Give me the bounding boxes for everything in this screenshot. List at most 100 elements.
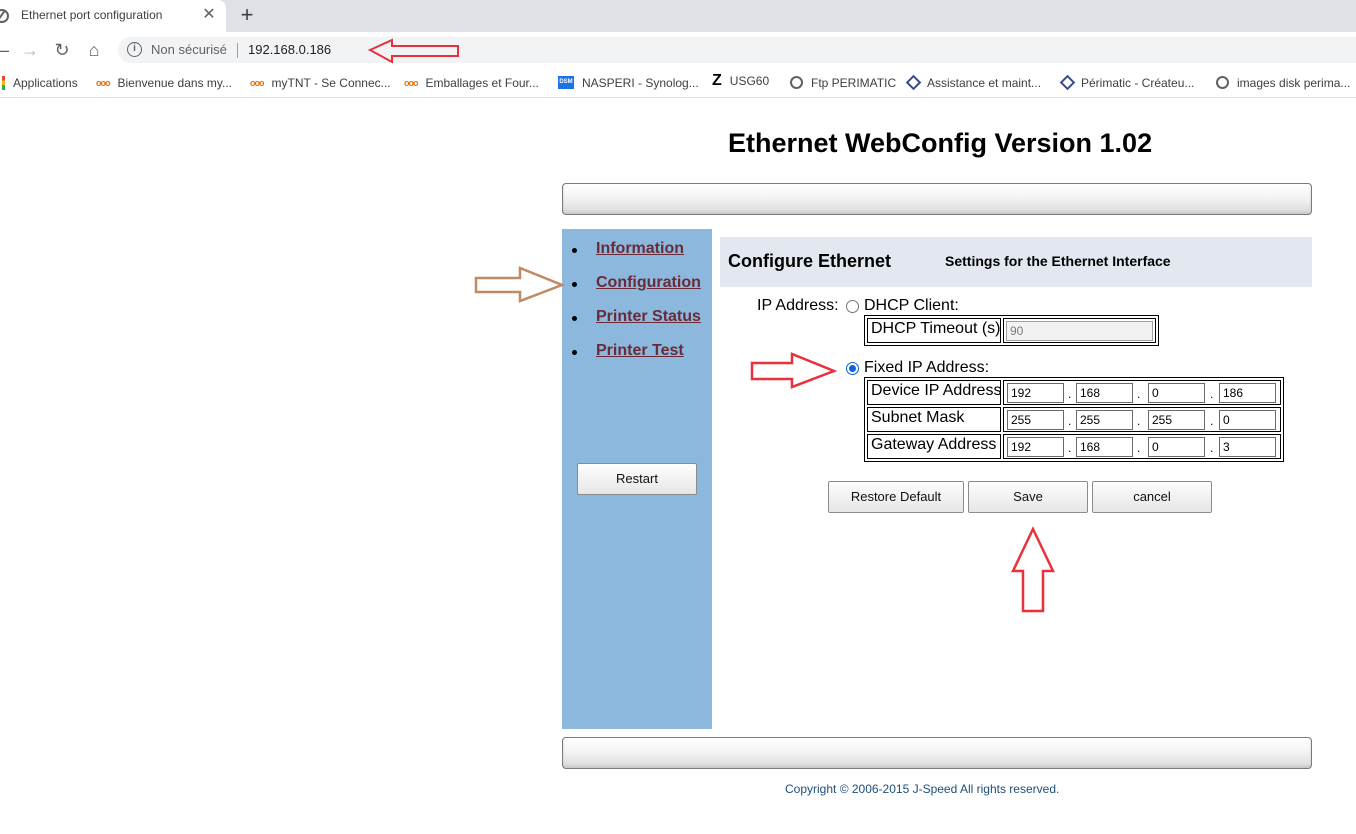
- z-icon: Z: [712, 71, 722, 89]
- save-annotation-arrow: [1011, 526, 1055, 613]
- url-annotation-arrow: [367, 38, 459, 64]
- save-button[interactable]: Save: [968, 481, 1088, 513]
- tab-title: Ethernet port configuration: [21, 8, 163, 22]
- url-text[interactable]: 192.168.0.186: [248, 42, 331, 57]
- dhcp-timeout-value-cell: 90: [1003, 318, 1156, 343]
- gateway-value-cell: 192 . 168 . 0 . 3: [1003, 434, 1281, 459]
- globe-icon: [1216, 76, 1229, 90]
- page-title: Ethernet WebConfig Version 1.02: [728, 128, 1153, 158]
- fixed-ip-annotation-arrow: [750, 352, 838, 389]
- bookmark-assistance[interactable]: Assistance et maint...: [905, 74, 1041, 92]
- diamond-icon: [905, 75, 922, 91]
- tab-strip: Ethernet port configuration ✕ +: [0, 0, 1356, 32]
- tnt-icon: ooo: [250, 77, 264, 88]
- dhcp-timeout-label-cell: DHCP Timeout (s): [867, 318, 1001, 343]
- octet-separator: .: [1137, 387, 1141, 401]
- bookmark-images-disk[interactable]: images disk perima...: [1216, 74, 1350, 92]
- config-title: Configure Ethernet: [728, 251, 892, 271]
- config-header: Configure Ethernet Settings for the Ethe…: [720, 237, 1312, 287]
- cancel-button[interactable]: cancel: [1092, 481, 1212, 513]
- fixed-ip-label[interactable]: Fixed IP Address:: [864, 359, 989, 377]
- forward-icon[interactable]: →: [20, 39, 40, 61]
- device-ip-octet-1[interactable]: 192: [1007, 383, 1064, 403]
- octet-separator: .: [1068, 414, 1072, 428]
- browser-toolbar: – → ↻ ⌂ i Non sécurisé 192.168.0.186: [0, 32, 1356, 68]
- tnt-icon: ooo: [96, 77, 110, 88]
- globe-icon: [0, 9, 9, 23]
- dsm-icon: DSM: [558, 76, 574, 90]
- bookmark-bienvenue[interactable]: ooo Bienvenue dans my...: [96, 74, 232, 92]
- bookmarks-bar: Applications ooo Bienvenue dans my... ooo…: [0, 68, 1356, 98]
- top-divider-bar: [562, 183, 1312, 215]
- url-separator: [237, 43, 238, 58]
- subnet-mask-octet-4[interactable]: 0: [1219, 410, 1276, 430]
- gateway-octet-2[interactable]: 168: [1076, 437, 1133, 457]
- reload-icon[interactable]: ↻: [52, 39, 72, 61]
- home-icon[interactable]: ⌂: [84, 39, 104, 61]
- bookmark-nasperi[interactable]: DSM NASPERI - Synolog...: [558, 74, 699, 92]
- octet-separator: .: [1137, 441, 1141, 455]
- diamond-icon: [1059, 75, 1076, 91]
- browser-window: Ethernet port configuration ✕ + – → ↻ ⌂ …: [0, 0, 1356, 834]
- bookmark-mytnt[interactable]: ooo myTNT - Se Connec...: [250, 74, 391, 92]
- bookmark-applications[interactable]: Applications: [2, 74, 78, 92]
- gateway-label: Gateway Address: [871, 436, 997, 453]
- apps-icon: [2, 75, 5, 90]
- bookmark-perimatic[interactable]: Périmatic - Créateu...: [1059, 74, 1194, 92]
- subnet-mask-label-cell: Subnet Mask: [867, 407, 1001, 432]
- dhcp-client-label[interactable]: DHCP Client:: [864, 297, 959, 315]
- gateway-octet-3[interactable]: 0: [1148, 437, 1205, 457]
- restart-button[interactable]: Restart: [577, 463, 697, 495]
- address-bar[interactable]: i Non sécurisé 192.168.0.186: [118, 37, 1356, 63]
- subnet-mask-octet-1[interactable]: 255: [1007, 410, 1064, 430]
- security-label[interactable]: Non sécurisé: [151, 42, 227, 57]
- device-ip-octet-2[interactable]: 168: [1076, 383, 1133, 403]
- dhcp-radio[interactable]: [846, 300, 859, 313]
- subnet-mask-octet-3[interactable]: 255: [1148, 410, 1205, 430]
- device-ip-octet-4[interactable]: 186: [1219, 383, 1276, 403]
- copyright-text: Copyright © 2006-2015 J-Speed All rights…: [785, 782, 1060, 796]
- back-icon[interactable]: –: [0, 39, 14, 61]
- arrow-left-shape: [367, 38, 459, 64]
- info-icon[interactable]: i: [127, 42, 142, 57]
- sidebar: Information Configuration Printer Status…: [562, 229, 712, 729]
- bookmark-usg60[interactable]: Z USG60: [712, 72, 769, 90]
- gateway-octet-1[interactable]: 192: [1007, 437, 1064, 457]
- configuration-link[interactable]: Configuration: [596, 274, 701, 292]
- gateway-label-cell: Gateway Address: [867, 434, 1001, 459]
- globe-icon: [790, 76, 803, 90]
- device-ip-label: Device IP Address: [871, 382, 1002, 399]
- bookmark-ftp-perimatic[interactable]: Ftp PERIMATIC: [790, 74, 896, 92]
- new-tab-icon[interactable]: +: [236, 3, 258, 27]
- device-ip-octet-3[interactable]: 0: [1148, 383, 1205, 403]
- restore-default-button[interactable]: Restore Default: [828, 481, 964, 513]
- bottom-divider-bar: [562, 737, 1312, 769]
- bookmark-emballages[interactable]: ooo Emballages et Four...: [404, 74, 539, 92]
- gateway-octet-4[interactable]: 3: [1219, 437, 1276, 457]
- bullet: [572, 248, 577, 253]
- bullet: [572, 316, 577, 321]
- close-tab-icon[interactable]: ✕: [201, 6, 217, 24]
- octet-separator: .: [1210, 414, 1214, 428]
- fixed-ip-table: Device IP Address 192 . 168 . 0 . 186 Su…: [864, 377, 1284, 462]
- active-tab[interactable]: Ethernet port configuration ✕: [0, 0, 226, 32]
- config-subtitle: Settings for the Ethernet Interface: [945, 253, 1171, 269]
- fixed-ip-radio[interactable]: [846, 362, 859, 375]
- config-annotation-arrow: [474, 266, 566, 303]
- subnet-mask-octet-2[interactable]: 255: [1076, 410, 1133, 430]
- device-ip-label-cell: Device IP Address: [867, 380, 1001, 405]
- tnt-icon: ooo: [404, 77, 418, 88]
- octet-separator: .: [1210, 387, 1214, 401]
- printer-status-link[interactable]: Printer Status: [596, 308, 701, 326]
- arrow-right-shape: [474, 266, 566, 303]
- dhcp-timeout-input[interactable]: 90: [1006, 321, 1153, 341]
- information-link[interactable]: Information: [596, 240, 684, 258]
- subnet-mask-label: Subnet Mask: [871, 409, 965, 426]
- bullet: [572, 282, 577, 287]
- dhcp-timeout-label: DHCP Timeout (s): [871, 320, 1001, 337]
- printer-test-link[interactable]: Printer Test: [596, 342, 684, 360]
- bullet: [572, 350, 577, 355]
- octet-separator: .: [1210, 441, 1214, 455]
- octet-separator: .: [1137, 414, 1141, 428]
- dhcp-timeout-table: DHCP Timeout (s) 90: [864, 315, 1159, 346]
